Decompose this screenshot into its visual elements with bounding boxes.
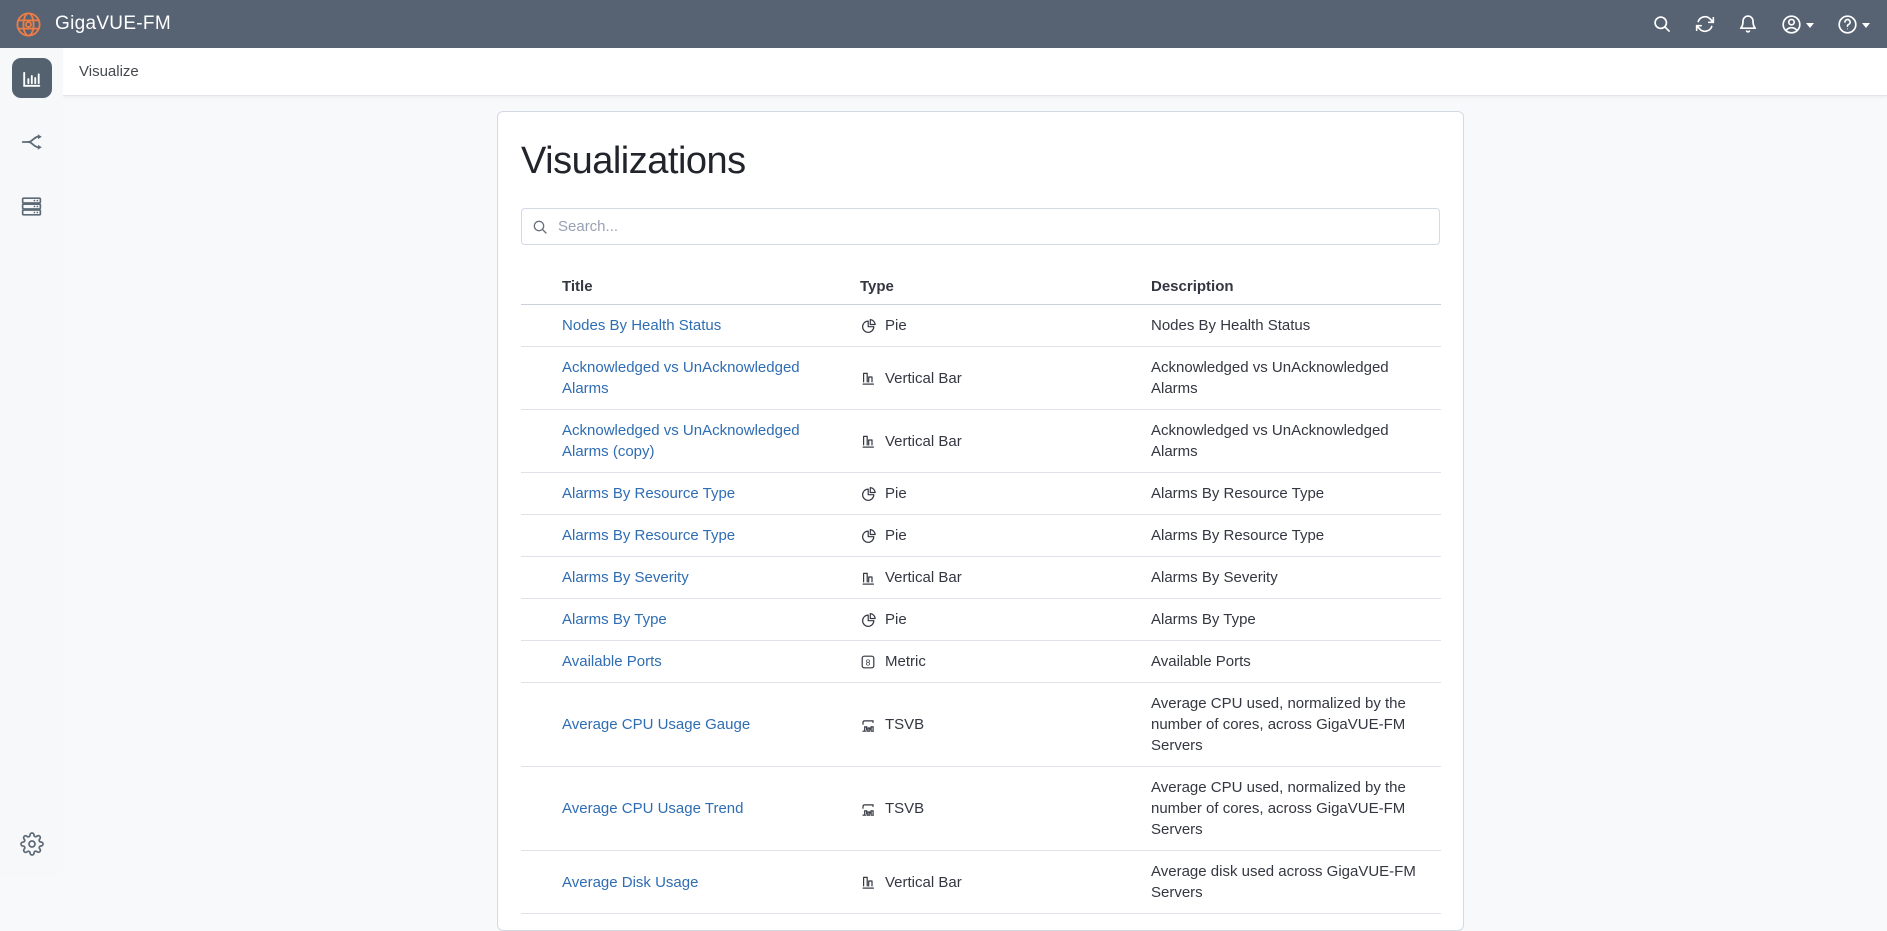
- table-row: Acknowledged vs UnAcknowledged Alarms Ve…: [521, 347, 1441, 410]
- visualization-type-label: TSVB: [885, 798, 924, 819]
- visualization-description: Average CPU used, normalized by the numb…: [1151, 767, 1441, 851]
- user-account-menu[interactable]: [1774, 8, 1821, 41]
- visualization-type-label: Vertical Bar: [885, 431, 962, 452]
- visualization-description: Alarms By Severity: [1151, 557, 1441, 599]
- table-row: Average CPU Usage Gauge TSVB Average CPU…: [521, 683, 1441, 767]
- visualizations-card: Visualizations Title Type Description No…: [497, 111, 1464, 931]
- visualizations-table: Title Type Description Nodes By Health S…: [521, 269, 1441, 914]
- visualization-title-link[interactable]: Alarms By Resource Type: [562, 485, 735, 502]
- visualization-type-label: Vertical Bar: [885, 368, 962, 389]
- visualization-description: Alarms By Resource Type: [1151, 515, 1441, 557]
- table-row: Alarms By Severity Vertical Bar Alarms B…: [521, 557, 1441, 599]
- breadcrumb-bar: Visualize: [63, 48, 1887, 96]
- app-brand: GigaVUE-FM: [14, 10, 171, 39]
- search-icon[interactable]: [1645, 8, 1679, 40]
- visualization-type-label: Vertical Bar: [885, 567, 962, 588]
- notifications-bell-icon[interactable]: [1731, 8, 1765, 40]
- column-header-type[interactable]: Type: [860, 269, 1151, 305]
- visualization-description: Average disk used across GigaVUE-FM Serv…: [1151, 851, 1441, 914]
- table-row: Available Ports 8 Metric Available Ports: [521, 641, 1441, 683]
- visualization-description: Available Ports: [1151, 641, 1441, 683]
- page-title: Visualizations: [521, 138, 1440, 184]
- app-title: GigaVUE-FM: [55, 13, 171, 35]
- branch-arrows-icon: [19, 129, 45, 155]
- bar-chart-icon: [19, 66, 44, 91]
- sidebar-item-settings[interactable]: [12, 824, 52, 864]
- gear-icon: [20, 832, 44, 856]
- visualization-type-label: Pie: [885, 483, 907, 504]
- pie-chart-icon: [860, 612, 876, 628]
- visualization-type-label: Vertical Bar: [885, 872, 962, 893]
- server-stack-icon: [19, 194, 44, 219]
- column-header-title[interactable]: Title: [521, 269, 860, 305]
- table-row: Acknowledged vs UnAcknowledged Alarms (c…: [521, 410, 1441, 473]
- visualization-title-link[interactable]: Average Disk Usage: [562, 874, 698, 891]
- visualization-title-link[interactable]: Acknowledged vs UnAcknowledged Alarms: [562, 359, 800, 397]
- refresh-icon[interactable]: [1688, 8, 1722, 40]
- visualization-description: Acknowledged vs UnAcknowledged Alarms: [1151, 410, 1441, 473]
- breadcrumb[interactable]: Visualize: [79, 63, 139, 80]
- visualization-description: Alarms By Resource Type: [1151, 473, 1441, 515]
- table-row: Alarms By Type Pie Alarms By Type: [521, 599, 1441, 641]
- visualization-type-label: Pie: [885, 609, 907, 630]
- top-navbar: GigaVUE-FM: [0, 0, 1887, 48]
- vertical-bar-chart-icon: [860, 370, 876, 386]
- visualization-type-label: Metric: [885, 651, 926, 672]
- visualization-title-link[interactable]: Available Ports: [562, 653, 662, 670]
- visualization-title-link[interactable]: Alarms By Severity: [562, 569, 689, 586]
- visualization-title-link[interactable]: Acknowledged vs UnAcknowledged Alarms (c…: [562, 422, 800, 460]
- pie-chart-icon: [860, 318, 876, 334]
- chevron-down-icon: [1862, 23, 1870, 28]
- visualization-title-link[interactable]: Average CPU Usage Gauge: [562, 716, 750, 733]
- visualization-title-link[interactable]: Nodes By Health Status: [562, 317, 721, 334]
- visualization-description: Nodes By Health Status: [1151, 305, 1441, 347]
- vertical-bar-chart-icon: [860, 570, 876, 586]
- pie-chart-icon: [860, 486, 876, 502]
- table-row: Average Disk Usage Vertical Bar Average …: [521, 851, 1441, 914]
- vertical-bar-chart-icon: [860, 874, 876, 890]
- visualization-type-label: TSVB: [885, 714, 924, 735]
- search-input[interactable]: [558, 218, 1429, 235]
- visualization-description: Average CPU used, normalized by the numb…: [1151, 683, 1441, 767]
- chevron-down-icon: [1806, 23, 1814, 28]
- user-account-icon: [1781, 14, 1802, 35]
- visualization-description: Acknowledged vs UnAcknowledged Alarms: [1151, 347, 1441, 410]
- sidebar-item-visualize[interactable]: [12, 58, 52, 98]
- column-header-description[interactable]: Description: [1151, 269, 1441, 305]
- table-row: Alarms By Resource Type Pie Alarms By Re…: [521, 473, 1441, 515]
- visualization-type-label: Pie: [885, 525, 907, 546]
- main-content: Visualizations Title Type Description No…: [63, 96, 1887, 878]
- left-sidebar: [0, 48, 63, 878]
- visualization-title-link[interactable]: Alarms By Type: [562, 611, 667, 628]
- svg-text:8: 8: [866, 657, 871, 667]
- visualization-title-link[interactable]: Alarms By Resource Type: [562, 527, 735, 544]
- sidebar-item-inventory[interactable]: [12, 186, 52, 226]
- pie-chart-icon: [860, 528, 876, 544]
- sidebar-item-traffic[interactable]: [12, 122, 52, 162]
- table-header-row: Title Type Description: [521, 269, 1441, 305]
- globe-icon: [14, 10, 43, 39]
- visualization-description: Alarms By Type: [1151, 599, 1441, 641]
- tsvb-icon: [860, 717, 876, 733]
- metric-icon: 8: [860, 654, 876, 670]
- table-row: Alarms By Resource Type Pie Alarms By Re…: [521, 515, 1441, 557]
- search-icon: [532, 219, 548, 235]
- help-menu[interactable]: [1830, 8, 1877, 41]
- vertical-bar-chart-icon: [860, 433, 876, 449]
- tsvb-icon: [860, 801, 876, 817]
- search-box[interactable]: [521, 208, 1440, 245]
- help-icon: [1837, 14, 1858, 35]
- visualization-title-link[interactable]: Average CPU Usage Trend: [562, 800, 744, 817]
- navbar-actions: [1645, 8, 1877, 41]
- table-row: Nodes By Health Status Pie Nodes By Heal…: [521, 305, 1441, 347]
- table-row: Average CPU Usage Trend TSVB Average CPU…: [521, 767, 1441, 851]
- visualization-type-label: Pie: [885, 315, 907, 336]
